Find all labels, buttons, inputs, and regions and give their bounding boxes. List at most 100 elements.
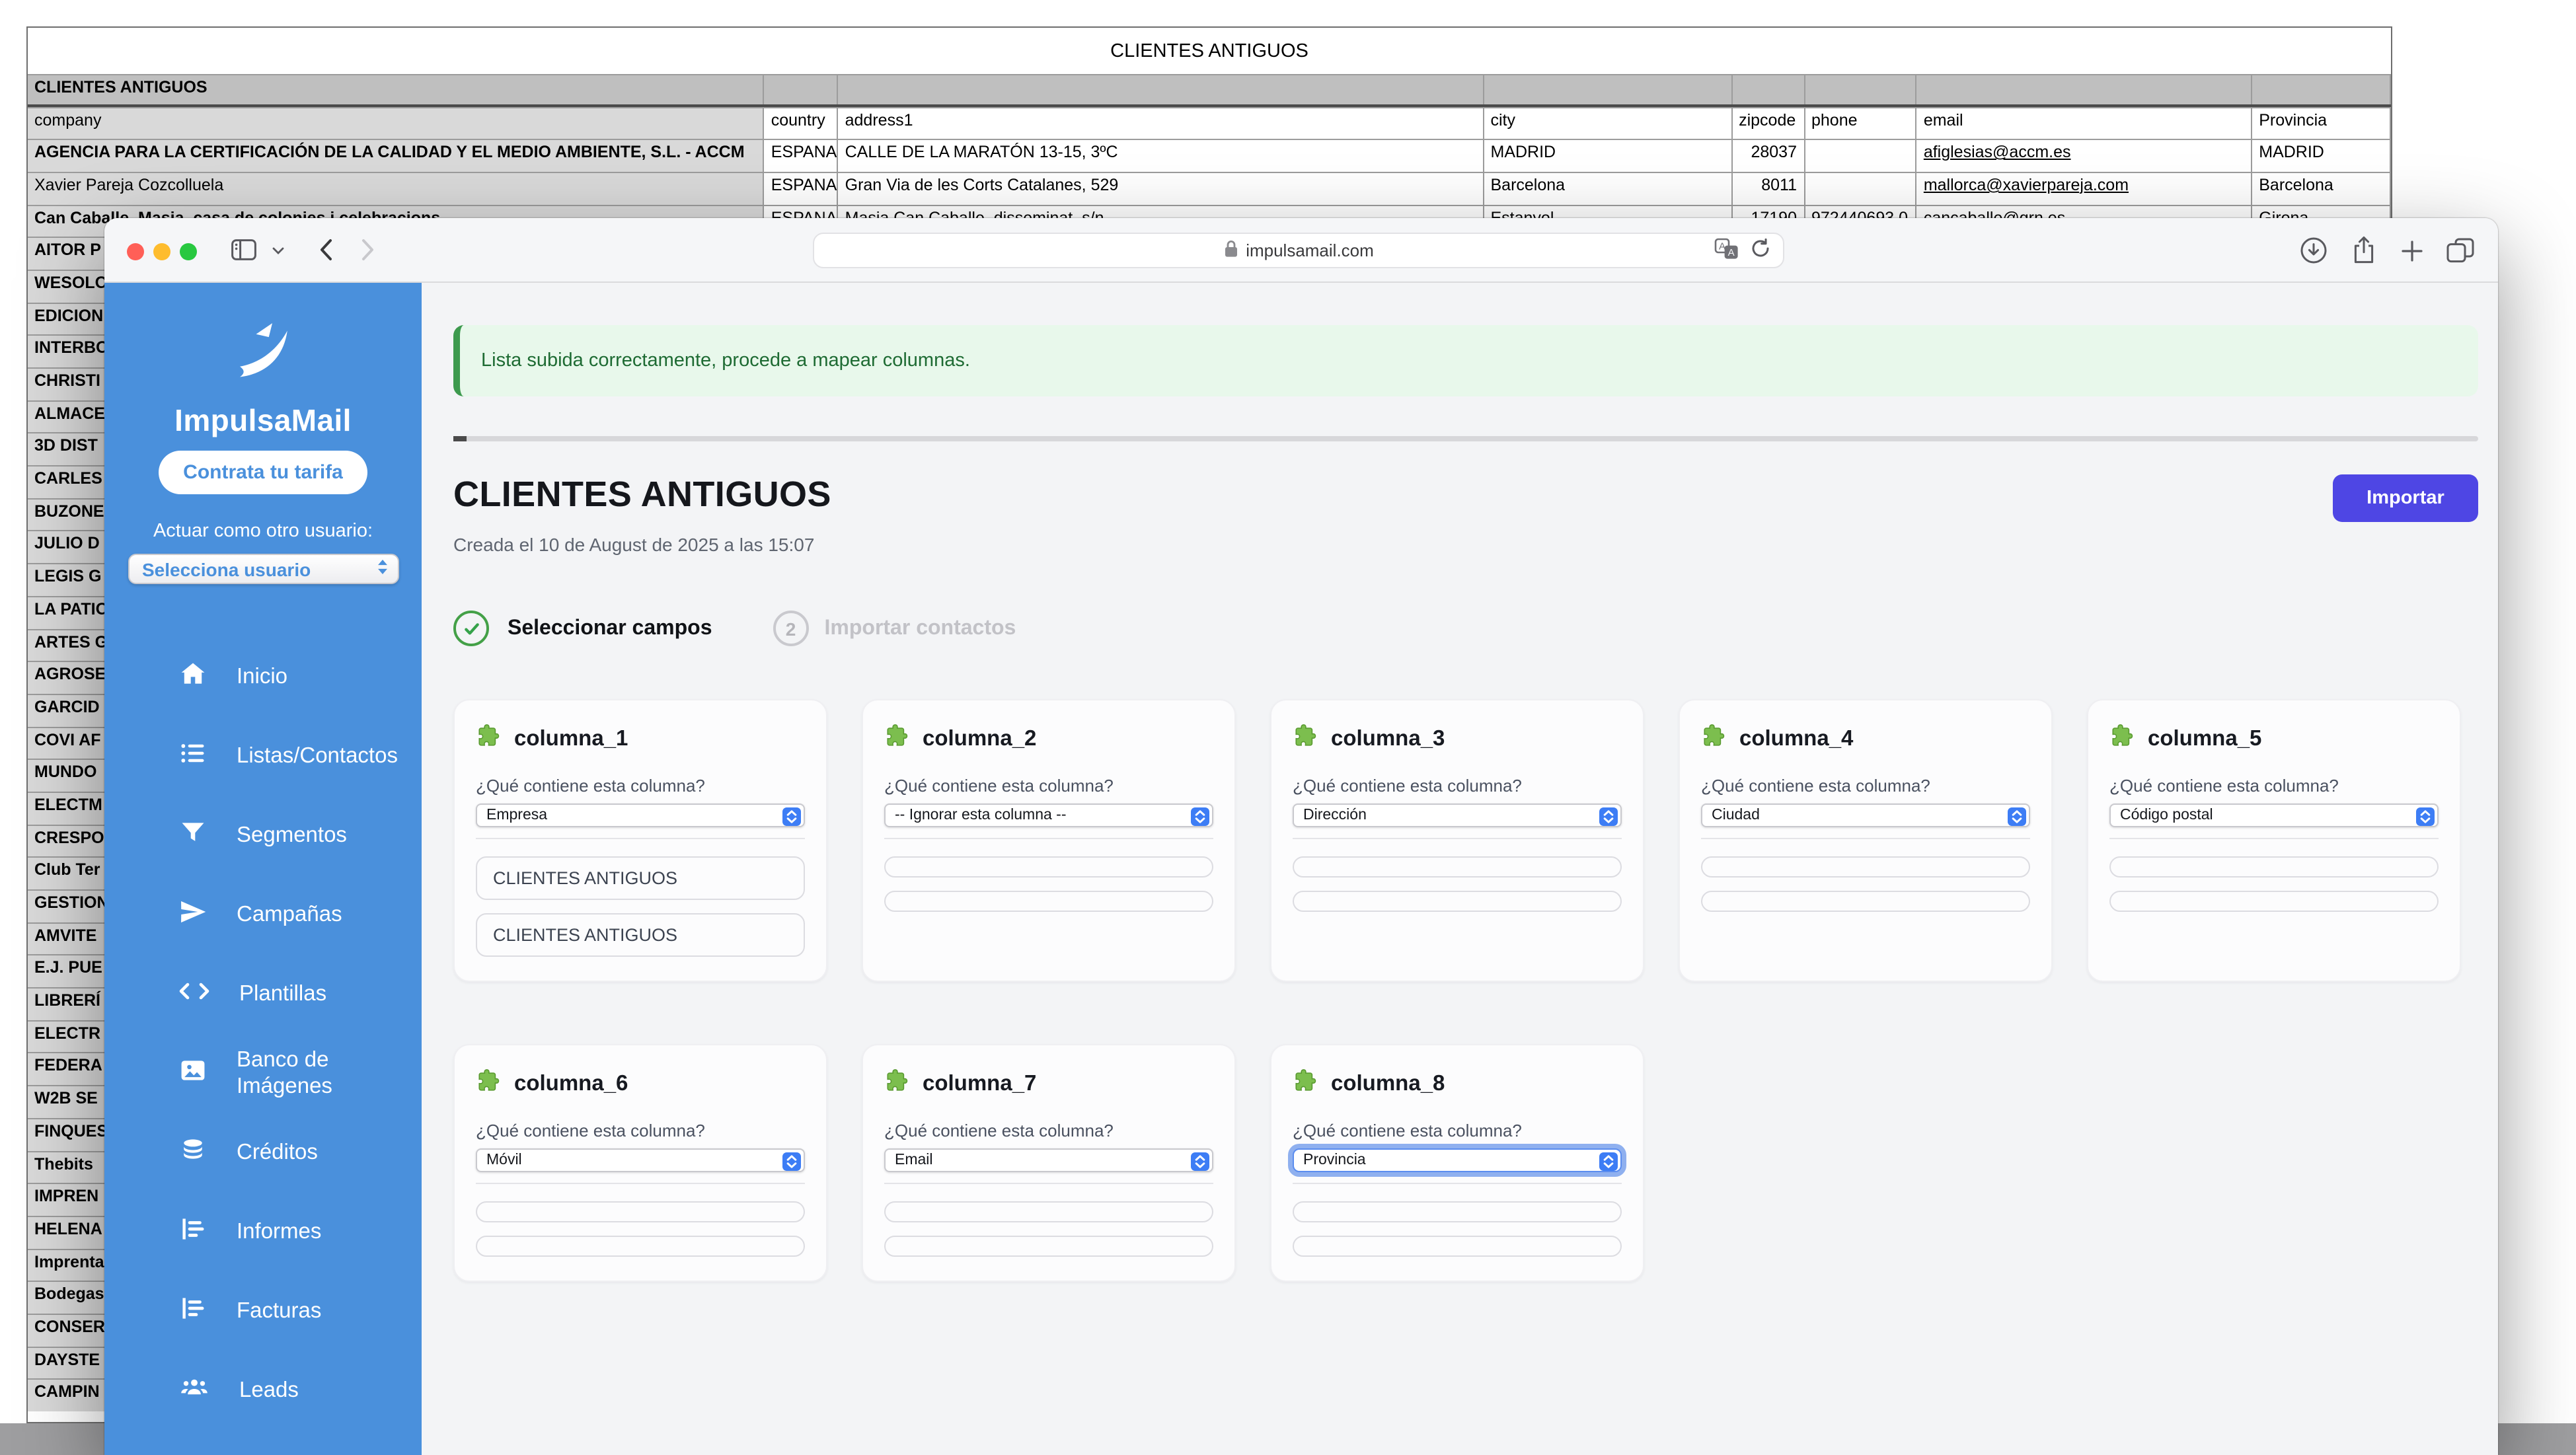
back-icon[interactable] bbox=[319, 238, 333, 262]
email-link[interactable]: mallorca@xavierpareja.com bbox=[1924, 176, 2129, 194]
select-value: Ciudad bbox=[1712, 807, 1760, 823]
field-mapping-select[interactable]: Email bbox=[884, 1148, 1213, 1172]
field-mapping-select[interactable]: Ciudad bbox=[1701, 803, 2030, 827]
field-mapping-select[interactable]: Móvil bbox=[476, 1148, 805, 1172]
column-card-title: columna_8 bbox=[1331, 1071, 1445, 1096]
column-question: ¿Qué contiene esta columna? bbox=[476, 776, 805, 796]
sample-value bbox=[2109, 891, 2439, 912]
app-sidebar: ImpulsaMail Contrata tu tarifa Actuar co… bbox=[104, 283, 422, 1455]
sidebar-item-label: Créditos bbox=[237, 1139, 318, 1166]
select-stepper-icon bbox=[1599, 807, 1618, 830]
sidebar-item[interactable]: Campañas bbox=[104, 875, 422, 954]
new-tab-icon[interactable] bbox=[2400, 239, 2424, 263]
cell-phone bbox=[1805, 140, 1917, 171]
select-divider bbox=[1701, 838, 2030, 839]
chevron-down-icon[interactable] bbox=[272, 247, 284, 255]
sample-value bbox=[476, 1236, 805, 1257]
column-card: columna_3 ¿Qué contiene esta columna? Di… bbox=[1270, 699, 1644, 982]
horizontal-scrollbar[interactable] bbox=[453, 436, 2478, 441]
column-question: ¿Qué contiene esta columna? bbox=[1293, 776, 1622, 796]
step1-label[interactable]: Seleccionar campos bbox=[508, 616, 712, 640]
column-card: columna_5 ¿Qué contiene esta columna? Có… bbox=[2087, 699, 2461, 982]
reload-icon[interactable] bbox=[1750, 238, 1771, 263]
sample-value bbox=[1293, 891, 1622, 912]
close-window-button[interactable] bbox=[127, 243, 144, 260]
puzzle-icon bbox=[476, 1066, 504, 1101]
field-mapping-select[interactable]: Código postal bbox=[2109, 803, 2439, 827]
sample-values bbox=[884, 1201, 1213, 1257]
column-card: columna_8 ¿Qué contiene esta columna? Pr… bbox=[1270, 1044, 1644, 1282]
select-divider bbox=[476, 838, 805, 839]
sidebar-item[interactable]: Créditos bbox=[104, 1113, 422, 1192]
sample-value bbox=[476, 1201, 805, 1222]
code-icon bbox=[178, 977, 210, 1010]
tab-overview-icon[interactable] bbox=[2446, 238, 2474, 263]
sidebar-item-label: Informes bbox=[237, 1218, 321, 1245]
select-arrows-icon bbox=[375, 558, 389, 580]
cell-address1: Gran Via de les Corts Catalanes, 529 bbox=[839, 173, 1484, 204]
impersonate-label: Actuar como otro usuario: bbox=[153, 521, 373, 542]
sample-value bbox=[1293, 856, 1622, 877]
col-header-phone: phone bbox=[1805, 108, 1917, 139]
wizard-steps: Seleccionar campos 2 Importar contactos bbox=[453, 611, 2478, 646]
col-header-zipcode: zipcode bbox=[1732, 108, 1805, 139]
zoom-window-button[interactable] bbox=[180, 243, 197, 260]
sidebar-item[interactable]: Informes bbox=[104, 1192, 422, 1271]
field-mapping-select[interactable]: Provincia bbox=[1293, 1148, 1622, 1172]
cell-zipcode: 8011 bbox=[1732, 173, 1805, 204]
step2-label[interactable]: Importar contactos bbox=[825, 616, 1016, 640]
sample-value bbox=[1293, 1201, 1622, 1222]
sidebar-item[interactable]: Leads bbox=[104, 1351, 422, 1430]
sidebar-item[interactable]: Banco de Imágenes bbox=[104, 1033, 422, 1113]
image-icon bbox=[178, 1055, 208, 1091]
select-divider bbox=[1293, 1183, 1622, 1184]
sidebar-item[interactable]: Facturas bbox=[104, 1271, 422, 1351]
puzzle-icon bbox=[884, 1066, 912, 1101]
contrata-tarifa-button[interactable]: Contrata tu tarifa bbox=[159, 451, 367, 494]
column-card: columna_2 ¿Qué contiene esta columna? --… bbox=[862, 699, 1236, 982]
cell-phone bbox=[1805, 173, 1917, 204]
select-value: Empresa bbox=[486, 807, 547, 823]
email-link[interactable]: afiglesias@accm.es bbox=[1924, 143, 2071, 161]
sidebar-item-label: Inicio bbox=[237, 663, 287, 690]
sidebar-item[interactable]: Plantillas bbox=[104, 954, 422, 1033]
column-question: ¿Qué contiene esta columna? bbox=[884, 776, 1213, 796]
column-card: columna_4 ¿Qué contiene esta columna? Ci… bbox=[1679, 699, 2053, 982]
field-mapping-select[interactable]: -- Ignorar esta columna -- bbox=[884, 803, 1213, 827]
sample-values bbox=[884, 856, 1213, 912]
sample-value bbox=[884, 856, 1213, 877]
sheet-header-row: company country address1 city zipcode ph… bbox=[28, 106, 2391, 139]
sidebar-item[interactable]: Segmentos bbox=[104, 796, 422, 875]
share-icon[interactable] bbox=[2353, 235, 2375, 264]
field-mapping-select[interactable]: Empresa bbox=[476, 803, 805, 827]
select-stepper-icon bbox=[1191, 1152, 1209, 1175]
sample-values bbox=[1293, 1201, 1622, 1257]
sample-value: CLIENTES ANTIGUOS bbox=[476, 856, 805, 900]
sample-value bbox=[1293, 1236, 1622, 1257]
downloads-icon[interactable] bbox=[2300, 237, 2328, 264]
sidebar-item[interactable]: Listas/Contactos bbox=[104, 716, 422, 796]
cell-address1: CALLE DE LA MARATÓN 13-15, 3ºC bbox=[839, 140, 1484, 171]
field-mapping-select[interactable]: Dirección bbox=[1293, 803, 1622, 827]
minimize-window-button[interactable] bbox=[153, 243, 170, 260]
col-header-address1: address1 bbox=[839, 108, 1484, 139]
paper-plane-icon bbox=[178, 897, 208, 932]
column-card-title: columna_7 bbox=[923, 1071, 1036, 1096]
translate-icon[interactable]: AA bbox=[1714, 237, 1739, 264]
step1-check-icon bbox=[453, 611, 489, 646]
column-question: ¿Qué contiene esta columna? bbox=[2109, 776, 2439, 796]
select-stepper-icon bbox=[2008, 807, 2026, 830]
funnel-icon bbox=[178, 817, 208, 853]
forward-icon[interactable] bbox=[361, 238, 375, 262]
import-button[interactable]: Importar bbox=[2333, 474, 2478, 522]
home-icon bbox=[178, 659, 208, 694]
cell-email: mallorca@xavierpareja.com bbox=[1917, 173, 2252, 204]
select-divider bbox=[884, 838, 1213, 839]
user-select[interactable]: Selecciona usuario bbox=[128, 554, 398, 584]
sidebar-item[interactable]: Inicio bbox=[104, 637, 422, 716]
column-card-title: columna_4 bbox=[1739, 726, 1853, 751]
lock-icon bbox=[1223, 239, 1238, 262]
url-field[interactable]: impulsamail.com AA bbox=[813, 233, 1784, 268]
url-text: impulsamail.com bbox=[1246, 241, 1374, 260]
sidebar-toggle-icon[interactable] bbox=[231, 239, 256, 260]
